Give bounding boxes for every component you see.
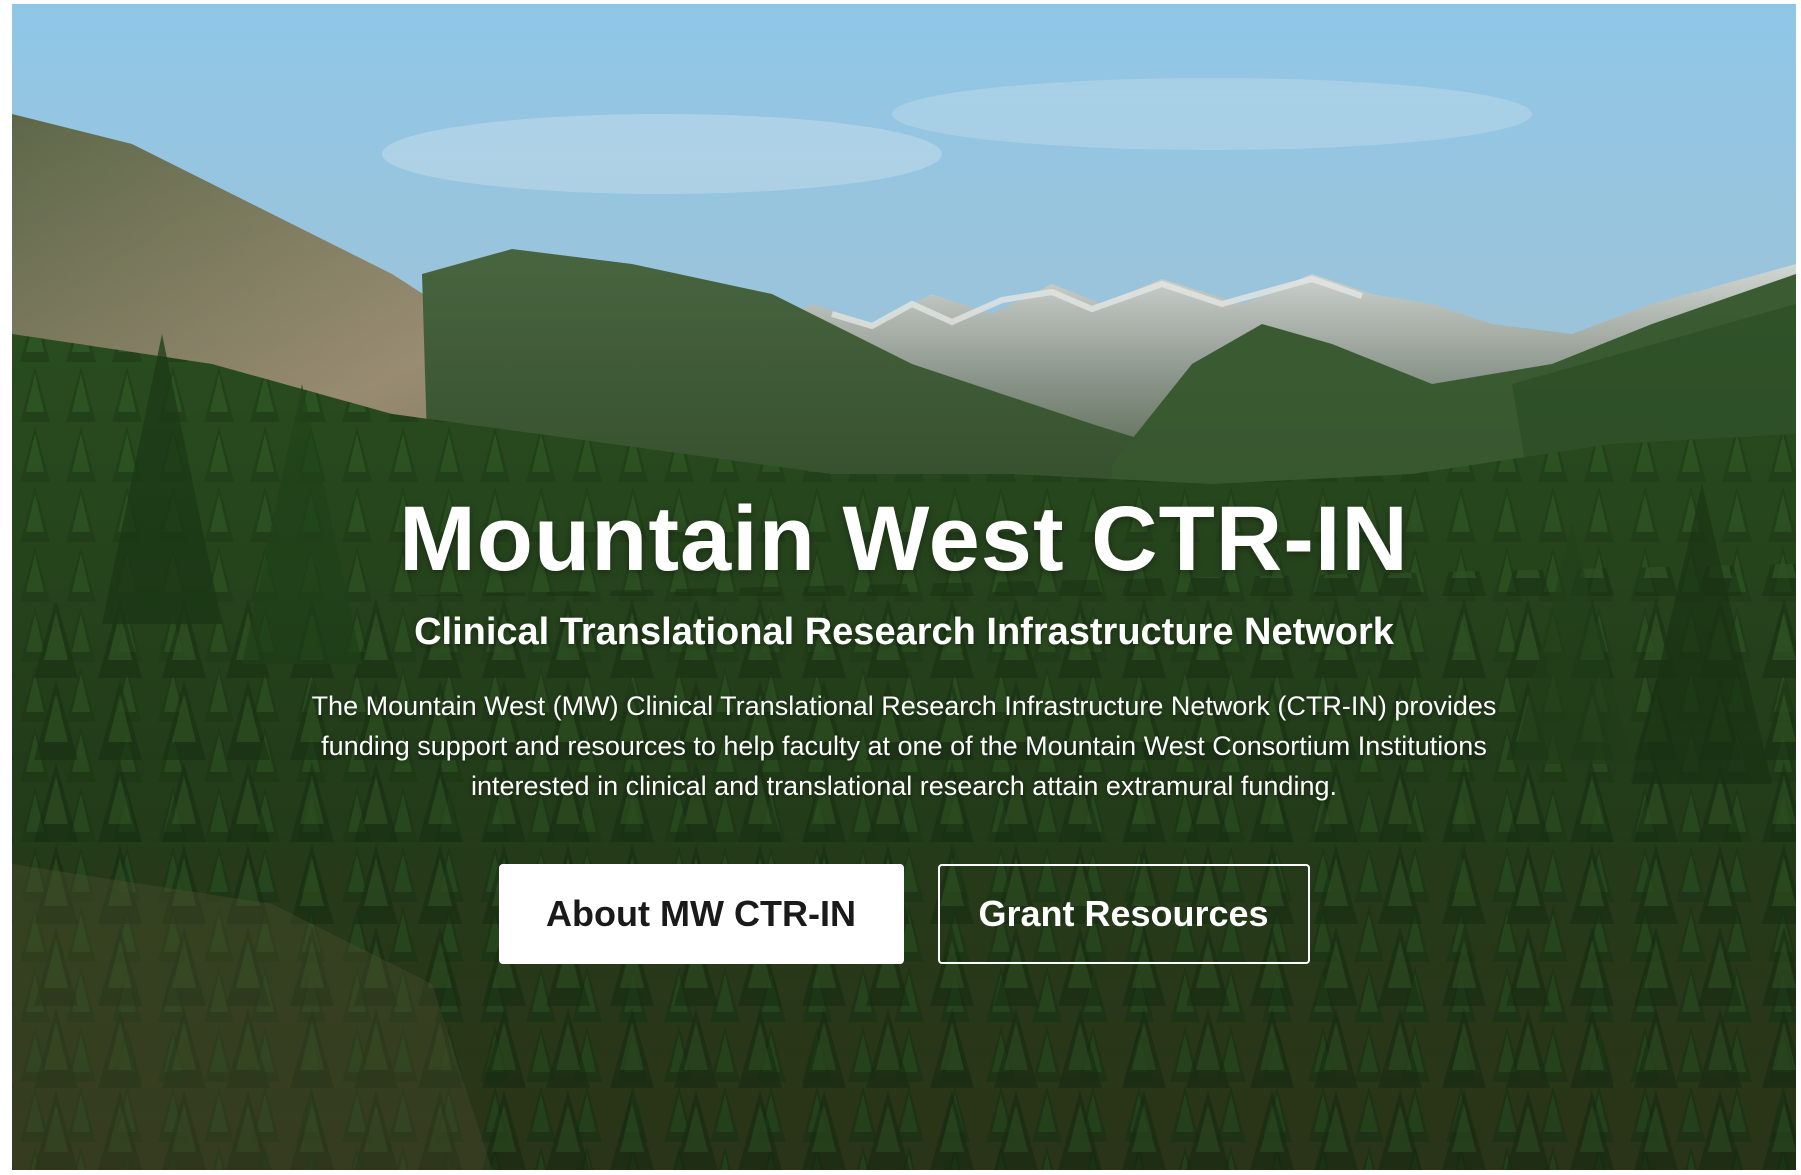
hero-content: Mountain West CTR-IN Clinical Translatio… [12, 484, 1796, 964]
cta-buttons: About MW CTR-IN Grant Resources [12, 864, 1796, 964]
hero-description: The Mountain West (MW) Clinical Translat… [311, 691, 1497, 801]
hero-subtitle: Clinical Translational Research Infrastr… [414, 611, 1394, 653]
hero-section: Mountain West CTR-IN Clinical Translatio… [12, 4, 1796, 1170]
hero-title: Mountain West CTR-IN [399, 488, 1409, 590]
grant-resources-button[interactable]: Grant Resources [937, 864, 1310, 964]
about-button[interactable]: About MW CTR-IN [498, 864, 904, 964]
